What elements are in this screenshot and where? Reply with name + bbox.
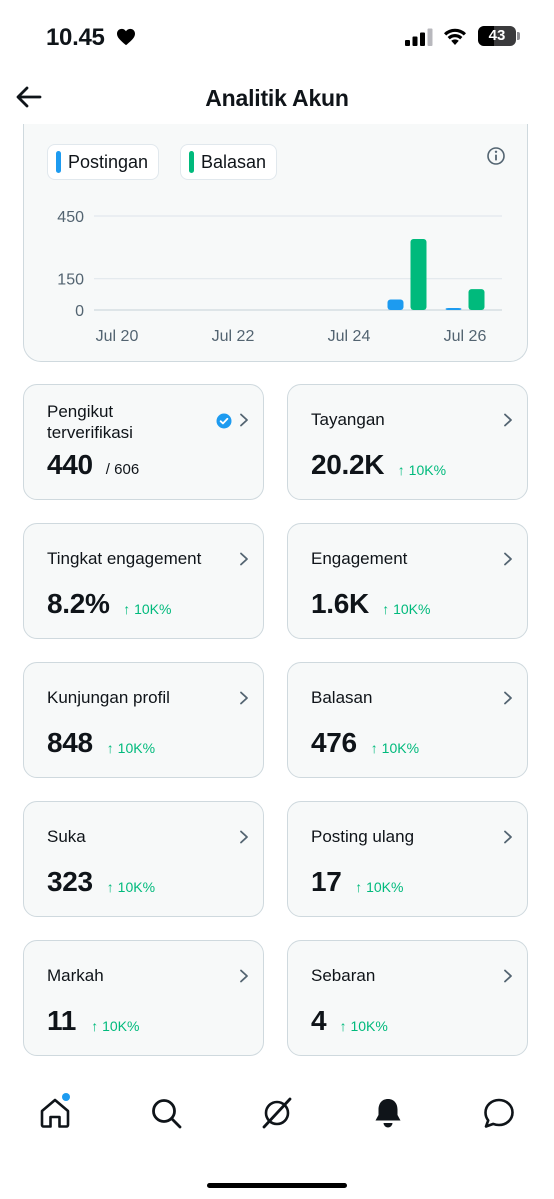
x-tick-label: Jul 22 [212,328,255,345]
stat-total: / 606 [105,461,140,478]
chevron-right-icon [504,413,512,427]
tab-home[interactable] [38,1093,72,1130]
stat-card-balasan[interactable]: Balasan 476 ↑ 10K% [287,662,528,778]
stat-change: ↑ 10K% [382,601,431,617]
stat-value: 11 [47,1005,76,1036]
stat-value: 476 [311,727,357,758]
stat-card-kunjungan-profil[interactable]: Kunjungan profil 848 ↑ 10K% [23,662,264,778]
stat-value: 20.2K [311,449,385,480]
x-tick-label: Jul 20 [96,328,139,345]
stat-value: 323 [47,866,93,897]
battery-indicator: 43 [478,26,516,46]
stat-value: 17 [311,866,342,897]
stat-label: Sebaran [311,966,376,985]
stat-change: ↑ 10K% [397,462,447,478]
stat-value: 1.6K [311,588,369,619]
stat-card-posting-ulang[interactable]: Posting ulang 17 ↑ 10K% [287,801,528,917]
bar-balasan-jul-25[interactable] [410,238,427,310]
stat-card-tayangan[interactable]: Tayangan 20.2K ↑ 10K% [287,384,528,500]
stat-label: Tingkat engagement [47,549,202,568]
chevron-right-icon [240,552,248,566]
page-header: Analitik Akun [0,76,554,122]
stat-label: Kunjungan profil [47,688,170,707]
bell-icon [375,1099,401,1128]
stat-change: ↑ 10K% [106,740,156,756]
stat-label: Suka [47,827,86,846]
chevron-right-icon [240,691,248,705]
stat-value: 848 [47,727,93,758]
stat-change: ↑ 10K% [355,879,404,895]
battery-nub [517,32,520,40]
stat-card-markah[interactable]: Markah 11 ↑ 10K% [23,940,264,1056]
bar-postingan-jul-25[interactable] [387,299,404,310]
stat-change: ↑ 10K% [370,740,420,756]
x-tick-label: Jul 26 [444,328,487,345]
home-icon [40,1098,70,1128]
page-title: Analitik Akun [205,85,349,111]
status-time: 10.45 [46,24,105,51]
stat-change: ↑ 10K% [106,879,156,895]
bottom-tab-bar [0,1080,554,1152]
stat-label: Posting ulang [311,827,415,846]
stat-label: Engagement [311,549,408,568]
stat-card-engagement[interactable]: Engagement 1.6K ↑ 10K% [287,523,528,639]
home-badge-dot [62,1093,70,1101]
status-bar: 10.45 43 [0,0,554,76]
stat-card-sebaran[interactable]: Sebaran 4 ↑ 10K% [287,940,528,1056]
chat-bubble-icon [484,1098,514,1128]
verified-badge-icon [216,413,232,429]
stat-label: Pengikut terverifikasi [47,402,133,442]
stat-card-pengikut-terverifikasi[interactable]: Pengikut terverifikasi 440 / 606 [23,384,264,500]
stat-label: Tayangan [311,410,385,429]
chevron-right-icon [504,830,512,844]
stat-label: Balasan [311,688,373,707]
grok-icon [262,1097,292,1129]
tab-notifications[interactable] [371,1096,405,1130]
activity-chart-card: Postingan Balasan 450 150 0 Jul 20 Jul 22 Jul… [23,124,528,362]
y-tick-label: 150 [57,272,84,289]
chevron-right-icon [504,969,512,983]
cellular-signal-icon [405,28,433,46]
stat-change: ↑ 10K% [91,1018,140,1034]
x-tick-label: Jul 24 [328,328,371,345]
stat-change: ↑ 10K% [339,1018,388,1034]
stat-card-tingkat-engagement[interactable]: Tingkat engagement 8.2% ↑ 10K% [23,523,264,639]
search-icon [152,1099,182,1129]
tab-messages[interactable] [482,1096,516,1130]
stat-value: 440 [47,449,93,480]
bar-postingan-jul-26[interactable] [445,308,462,310]
tab-grok[interactable] [260,1096,294,1130]
chevron-right-icon [240,413,248,427]
chevron-right-icon [240,969,248,983]
stat-value: 4 [311,1005,327,1036]
stat-change: ↑ 10K% [123,601,172,617]
home-indicator [207,1183,347,1188]
bar-chart: 450 150 0 Jul 20 Jul 22 Jul 24 Jul 26 [57,209,502,345]
stat-value: 8.2% [47,588,110,619]
y-tick-label: 450 [57,209,84,226]
stat-label: Markah [47,966,104,985]
chevron-right-icon [240,830,248,844]
heart-icon [117,28,135,46]
wifi-icon [444,28,466,45]
tab-search[interactable] [149,1096,183,1130]
chevron-right-icon [504,552,512,566]
bar-balasan-jul-26[interactable] [468,289,485,310]
y-tick-label: 0 [75,303,84,320]
chevron-right-icon [504,691,512,705]
stat-card-suka[interactable]: Suka 323 ↑ 10K% [23,801,264,917]
